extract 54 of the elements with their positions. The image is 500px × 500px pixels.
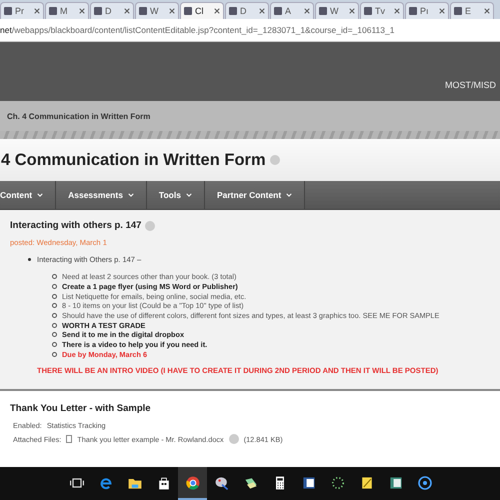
browser-tab[interactable]: D — [225, 2, 269, 19]
bullet-icon — [52, 313, 57, 318]
browser-tab[interactable]: W — [135, 2, 179, 19]
menu-button[interactable]: Assessments — [56, 181, 147, 209]
close-icon[interactable] — [439, 8, 445, 14]
bullet-icon — [52, 294, 57, 299]
bullet-icon — [52, 322, 57, 328]
document-icon — [66, 435, 72, 444]
browser-tab[interactable]: E — [450, 2, 494, 19]
browser-tab[interactable]: D — [90, 2, 134, 19]
menu-button[interactable]: Tools — [146, 181, 205, 209]
ring-icon — [416, 474, 432, 490]
browser-tab[interactable]: Pr — [0, 2, 44, 19]
bullet-icon — [28, 258, 31, 261]
browser-tab[interactable]: Cl — [180, 2, 224, 19]
close-icon[interactable] — [349, 8, 355, 14]
menu-button[interactable]: Partner Content — [204, 181, 306, 209]
close-icon[interactable] — [124, 8, 130, 14]
taskbar-app-button[interactable] — [178, 467, 207, 500]
browser-tab[interactable]: Tv — [360, 2, 404, 19]
document-app-icon — [300, 474, 316, 490]
browser-tab[interactable]: A — [270, 2, 314, 19]
breadcrumb[interactable]: Ch. 4 Communication in Written Form — [7, 112, 150, 120]
close-icon[interactable] — [214, 8, 220, 14]
browser-tab[interactable]: W — [315, 2, 359, 19]
browser-wheel-icon — [184, 474, 200, 490]
user-label: MOST/MISD — [445, 80, 496, 90]
close-icon[interactable] — [34, 8, 40, 14]
browser-tab[interactable]: Pı — [405, 2, 449, 19]
bullet-icon — [52, 332, 57, 338]
bullet-icon — [52, 342, 57, 348]
bullet-icon — [52, 352, 57, 357]
bullet-icon — [52, 303, 57, 308]
close-icon[interactable] — [259, 8, 265, 14]
caret-icon — [286, 193, 292, 197]
address-bar[interactable]: net/webapps/blackboard/content/listContentEditable.jsp?content_id=_1283071_1&course_id=_106113_1 — [0, 19, 500, 42]
palette-icon — [214, 474, 230, 490]
page-title: 4 Communication in Written Form — [1, 150, 266, 170]
close-icon[interactable] — [484, 8, 490, 14]
bullet-icon — [52, 274, 57, 280]
close-icon[interactable] — [304, 8, 310, 14]
close-icon[interactable] — [169, 8, 175, 14]
close-icon[interactable] — [394, 8, 400, 14]
bullet-icon — [52, 284, 57, 290]
caret-icon — [186, 193, 192, 197]
item-title[interactable]: Interacting with others p. 147 — [10, 220, 142, 231]
menu-button[interactable]: Content — [0, 181, 56, 209]
close-icon[interactable] — [79, 8, 85, 14]
item-title[interactable]: Thank You Letter - with Sample — [10, 403, 490, 414]
dotted-circle-icon — [330, 474, 346, 490]
caret-icon — [37, 193, 44, 197]
browser-tab[interactable]: M — [45, 2, 89, 19]
publisher-app-icon — [388, 474, 404, 490]
caret-icon — [128, 193, 134, 197]
